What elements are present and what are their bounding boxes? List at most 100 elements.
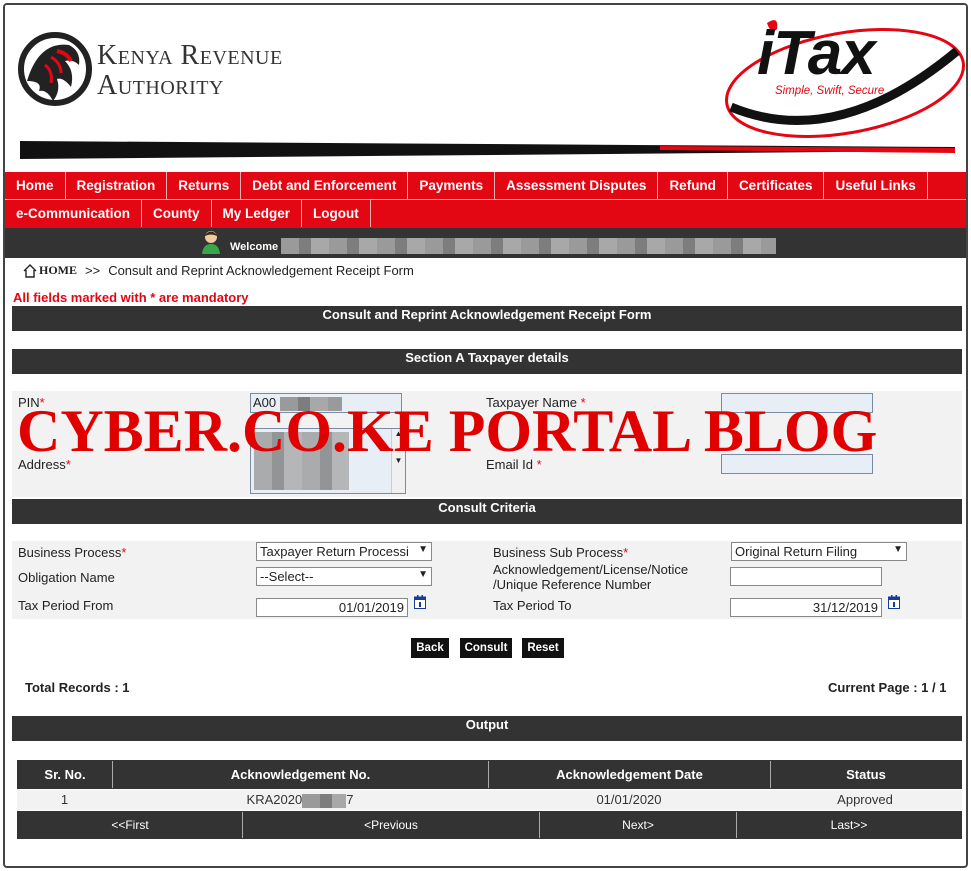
- pin-field[interactable]: A00: [250, 393, 402, 413]
- current-page: Current Page : 1 / 1: [828, 680, 947, 695]
- chevron-down-icon: ▼: [418, 569, 428, 580]
- welcome-label: Welcome: [230, 241, 279, 253]
- col-ack-date: Acknowledgement Date: [489, 761, 771, 788]
- chevron-down-icon: ▼: [418, 544, 428, 555]
- consult-button[interactable]: Consult: [460, 638, 512, 658]
- address-textarea[interactable]: ▲ ▼: [250, 428, 406, 494]
- taxpayer-name-label: Taxpayer Name *: [486, 395, 586, 410]
- reset-button[interactable]: Reset: [522, 638, 564, 658]
- pager-last[interactable]: Last>>: [737, 812, 961, 838]
- nav-item-registration[interactable]: Registration: [66, 172, 168, 199]
- address-scrollbar[interactable]: ▲ ▼: [391, 429, 405, 493]
- section-a-bar: Section A Taxpayer details: [12, 349, 962, 374]
- nav-item-home[interactable]: Home: [5, 172, 66, 199]
- nav-row-1: Home Registration Returns Debt and Enforcem…: [5, 172, 966, 200]
- itax-tagline: Simple, Swift, Secure: [775, 85, 885, 97]
- taxpayer-name-field[interactable]: [721, 393, 873, 413]
- business-sub-process-select[interactable]: Original Return Filing ▼: [731, 542, 907, 561]
- redacted-username: [281, 238, 776, 254]
- pager-first[interactable]: <<First: [18, 812, 243, 838]
- breadcrumb-current: Consult and Reprint Acknowledgement Rece…: [108, 263, 414, 278]
- redacted-ack-no: [302, 793, 347, 808]
- nav-row-2: e-Communication County My Ledger Logout: [5, 200, 371, 228]
- period-from-input[interactable]: 01/01/2019: [256, 598, 408, 617]
- kra-wordmark: Kenya Revenue Authority: [97, 41, 283, 101]
- redacted-address: [254, 432, 349, 490]
- pager-next[interactable]: Next>: [540, 812, 737, 838]
- ack-number-input[interactable]: [730, 567, 882, 586]
- period-to-label: Tax Period To: [493, 598, 572, 613]
- obligation-select[interactable]: --Select-- ▼: [256, 567, 432, 586]
- period-to-input[interactable]: 31/12/2019: [730, 598, 882, 617]
- form-title-bar: Consult and Reprint Acknowledgement Rece…: [12, 306, 962, 331]
- kra-lion-logo-icon: [18, 32, 92, 106]
- row-status: Approved: [837, 792, 893, 807]
- col-status: Status: [846, 767, 886, 782]
- nav-item-certificates[interactable]: Certificates: [728, 172, 825, 199]
- ack-number-label-line1: Acknowledgement/License/Notice: [493, 562, 689, 577]
- kra-name-line2: Authority: [97, 70, 224, 101]
- business-sub-process-label: Business Sub Process*: [493, 545, 629, 560]
- nav-item-logout[interactable]: Logout: [302, 200, 371, 227]
- mandatory-note: All fields marked with * are mandatory: [13, 290, 249, 305]
- nav-item-refund[interactable]: Refund: [658, 172, 728, 199]
- business-process-label: Business Process*: [18, 545, 127, 560]
- pager-previous[interactable]: <Previous: [243, 812, 540, 838]
- back-button[interactable]: Back: [411, 638, 449, 658]
- row-ack-no[interactable]: KRA2020 7: [112, 790, 488, 810]
- home-icon[interactable]: [23, 263, 37, 278]
- breadcrumb-home-link[interactable]: HOME: [39, 263, 77, 278]
- nav-item-county[interactable]: County: [142, 200, 212, 227]
- table-row[interactable]: 1 KRA2020 7 01/01/2020 Approved: [17, 790, 962, 810]
- redacted-pin: [279, 396, 342, 411]
- breadcrumb: HOME >> Consult and Reprint Acknowledgem…: [23, 263, 414, 278]
- user-avatar-icon: [202, 231, 220, 254]
- business-sub-process-value: Original Return Filing: [735, 544, 858, 559]
- email-field[interactable]: [721, 454, 873, 474]
- ack-number-label-line2: /Unique Reference Number: [493, 577, 652, 592]
- nav-item-e-communication[interactable]: e-Communication: [5, 200, 143, 227]
- header-swoosh-divider: [20, 141, 955, 159]
- consult-criteria-title: Consult Criteria: [438, 500, 536, 515]
- nav-item-useful-links[interactable]: Useful Links: [824, 172, 928, 199]
- output-table-header: Sr. No. Acknowledgement No. Acknowledgem…: [17, 760, 962, 789]
- business-process-value: Taxpayer Return Processi: [260, 544, 409, 559]
- section-a-title: Section A Taxpayer details: [405, 350, 569, 365]
- form-title: Consult and Reprint Acknowledgement Rece…: [322, 307, 652, 322]
- calendar-icon[interactable]: [888, 595, 900, 609]
- period-from-label: Tax Period From: [18, 598, 114, 613]
- obligation-label: Obligation Name: [18, 570, 115, 585]
- welcome-bar: Welcome: [5, 228, 966, 258]
- ack-no-suffix: 7: [346, 792, 354, 807]
- pin-label: PIN*: [18, 395, 45, 410]
- kra-name-line1: Kenya Revenue: [97, 40, 283, 71]
- ack-number-label: Acknowledgement/License/Notice /Unique R…: [493, 562, 688, 592]
- row-ack-date: 01/01/2020: [596, 792, 662, 807]
- page-frame: Kenya Revenue Authority iTax Simple, Swi…: [3, 3, 968, 868]
- itax-title: iTax: [757, 19, 876, 88]
- ack-no-prefix: KRA2020: [246, 792, 303, 807]
- nav-item-returns[interactable]: Returns: [167, 172, 242, 199]
- email-label: Email Id *: [486, 457, 542, 472]
- breadcrumb-separator: >>: [85, 263, 101, 278]
- output-title: Output: [465, 717, 509, 732]
- pin-value: A00: [253, 395, 277, 410]
- address-label: Address*: [18, 457, 71, 472]
- pager: <<First <Previous Next> Last>>: [17, 811, 962, 839]
- business-process-select[interactable]: Taxpayer Return Processi ▼: [256, 542, 432, 561]
- row-sr-no: 1: [60, 792, 69, 807]
- header: Kenya Revenue Authority iTax Simple, Swi…: [5, 5, 966, 175]
- obligation-value: --Select--: [260, 569, 314, 584]
- consult-criteria-bar: Consult Criteria: [12, 499, 962, 524]
- nav-item-my-ledger[interactable]: My Ledger: [212, 200, 303, 227]
- chevron-down-icon: ▼: [893, 544, 903, 555]
- col-sr-no: Sr. No.: [18, 761, 113, 788]
- nav-item-assessment-disputes[interactable]: Assessment Disputes: [495, 172, 659, 199]
- output-bar: Output: [12, 716, 962, 741]
- total-records: Total Records : 1: [25, 680, 130, 695]
- nav-item-payments[interactable]: Payments: [408, 172, 496, 199]
- main-nav: Home Registration Returns Debt and Enforcem…: [5, 172, 966, 228]
- nav-item-debt-and-enforcement[interactable]: Debt and Enforcement: [241, 172, 409, 199]
- calendar-icon[interactable]: [414, 595, 426, 609]
- col-ack-no: Acknowledgement No.: [113, 761, 489, 788]
